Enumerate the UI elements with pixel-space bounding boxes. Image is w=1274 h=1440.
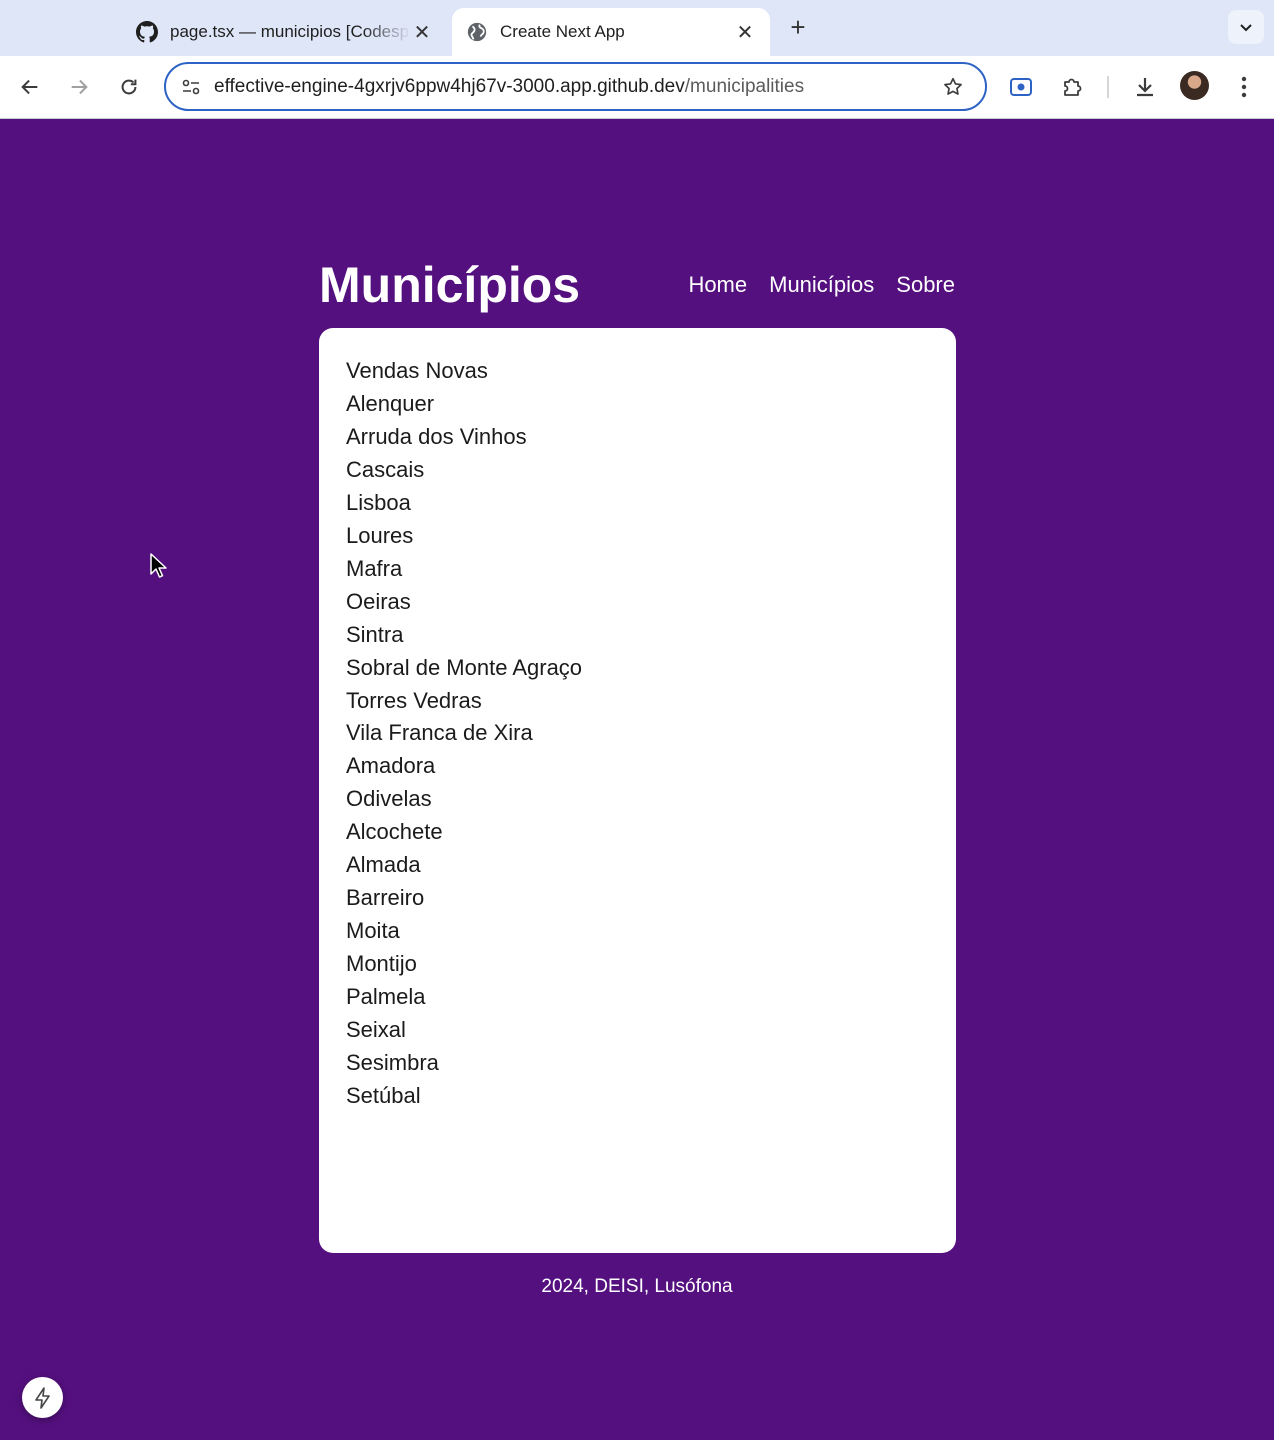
list-item: Sobral de Monte Agraço <box>346 654 583 680</box>
list-item: Lisboa <box>346 489 411 515</box>
list-item: Sesimbra <box>346 1050 439 1076</box>
browser-menu-button[interactable] <box>1227 70 1261 104</box>
nav-link-sobre[interactable]: Sobre <box>896 270 955 300</box>
list-item: Loures <box>346 522 414 548</box>
reload-icon <box>121 79 137 95</box>
list-item: Vendas Novas <box>346 358 488 383</box>
mouse-cursor-icon <box>150 553 167 578</box>
list-item: Mafra <box>346 555 403 581</box>
puzzle-icon <box>1064 78 1082 96</box>
list-item: Palmela <box>346 984 426 1010</box>
github-icon <box>136 21 158 43</box>
list-item: Torres Vedras <box>346 687 482 713</box>
url-path: /municipalities <box>684 75 805 97</box>
lightning-bolt-icon <box>34 1386 50 1409</box>
list-item: Vila Franca de Xira <box>346 720 533 746</box>
screen-record-button[interactable] <box>1004 70 1038 104</box>
bookmark-star-icon[interactable] <box>939 73 967 101</box>
arrow-left-icon <box>21 79 38 95</box>
list-item: Barreiro <box>346 885 425 911</box>
tab-strip: page.tsx — municipios [Codespaces] ✕ Cre… <box>0 0 1274 56</box>
extensions-button[interactable] <box>1055 70 1089 104</box>
list-item: Arruda dos Vinhos <box>346 423 527 449</box>
list-item: Moita <box>346 918 400 944</box>
list-item: Almada <box>346 852 421 878</box>
list-item: Alcochete <box>346 819 443 845</box>
list-item: Odivelas <box>346 786 432 812</box>
address-bar[interactable]: effective-engine-4gxrjv6ppw4hj67v-3000.a… <box>164 62 987 111</box>
back-button[interactable] <box>13 70 47 104</box>
list-item: Setúbal <box>346 1082 421 1108</box>
list-item: Cascais <box>346 456 425 482</box>
next-dev-indicator[interactable] <box>22 1377 63 1418</box>
site-info-icon[interactable] <box>176 72 206 102</box>
nav-link-home[interactable]: Home <box>688 270 747 300</box>
list-item: Seixal <box>346 1017 406 1043</box>
profile-avatar[interactable] <box>1180 71 1209 100</box>
new-tab-icon[interactable]: + <box>784 12 812 42</box>
record-icon <box>1010 78 1032 96</box>
page-title: Municípios <box>319 257 581 313</box>
url-text: effective-engine-4gxrjv6ppw4hj67v-3000.a… <box>214 76 804 98</box>
tab-codespaces[interactable]: page.tsx — municipios [Codespaces] ✕ <box>122 8 447 56</box>
reload-button[interactable] <box>112 70 146 104</box>
toolbar-divider <box>1107 76 1109 98</box>
list-item: Amadora <box>346 753 436 779</box>
tab-close-icon[interactable]: ✕ <box>734 21 756 44</box>
municipalities-list: Vendas Novas Alenquer Arruda dos Vinhos … <box>346 355 929 1113</box>
download-icon <box>1137 78 1153 97</box>
chevron-down-icon <box>1240 24 1252 32</box>
tab-title: Create Next App <box>500 22 625 41</box>
arrow-right-icon <box>71 79 88 95</box>
tab-search-button[interactable] <box>1228 10 1264 44</box>
browser-toolbar: effective-engine-4gxrjv6ppw4hj67v-3000.a… <box>0 56 1274 119</box>
list-item: Oeiras <box>346 588 411 614</box>
forward-button[interactable] <box>62 70 96 104</box>
page-footer: 2024, DEISI, Lusófona <box>541 1276 733 1297</box>
list-item: Alenquer <box>346 390 435 416</box>
municipalities-card: Vendas Novas Alenquer Arruda dos Vinhos … <box>319 328 956 1253</box>
downloads-button[interactable] <box>1128 70 1162 104</box>
url-host: effective-engine-4gxrjv6ppw4hj67v-3000.a… <box>214 75 685 97</box>
list-item: Montijo <box>346 951 417 977</box>
list-item: Sintra <box>346 621 404 647</box>
nav-link-municipios[interactable]: Municípios <box>769 270 874 300</box>
main-nav: Home Municípios Sobre <box>688 270 955 300</box>
tab-title: page.tsx — municipios [Codespaces] <box>170 22 411 41</box>
tab-active[interactable]: Create Next App ✕ <box>452 8 770 56</box>
globe-icon <box>467 22 487 42</box>
kebab-menu-icon <box>1241 76 1247 98</box>
tab-close-icon[interactable]: ✕ <box>411 21 433 44</box>
